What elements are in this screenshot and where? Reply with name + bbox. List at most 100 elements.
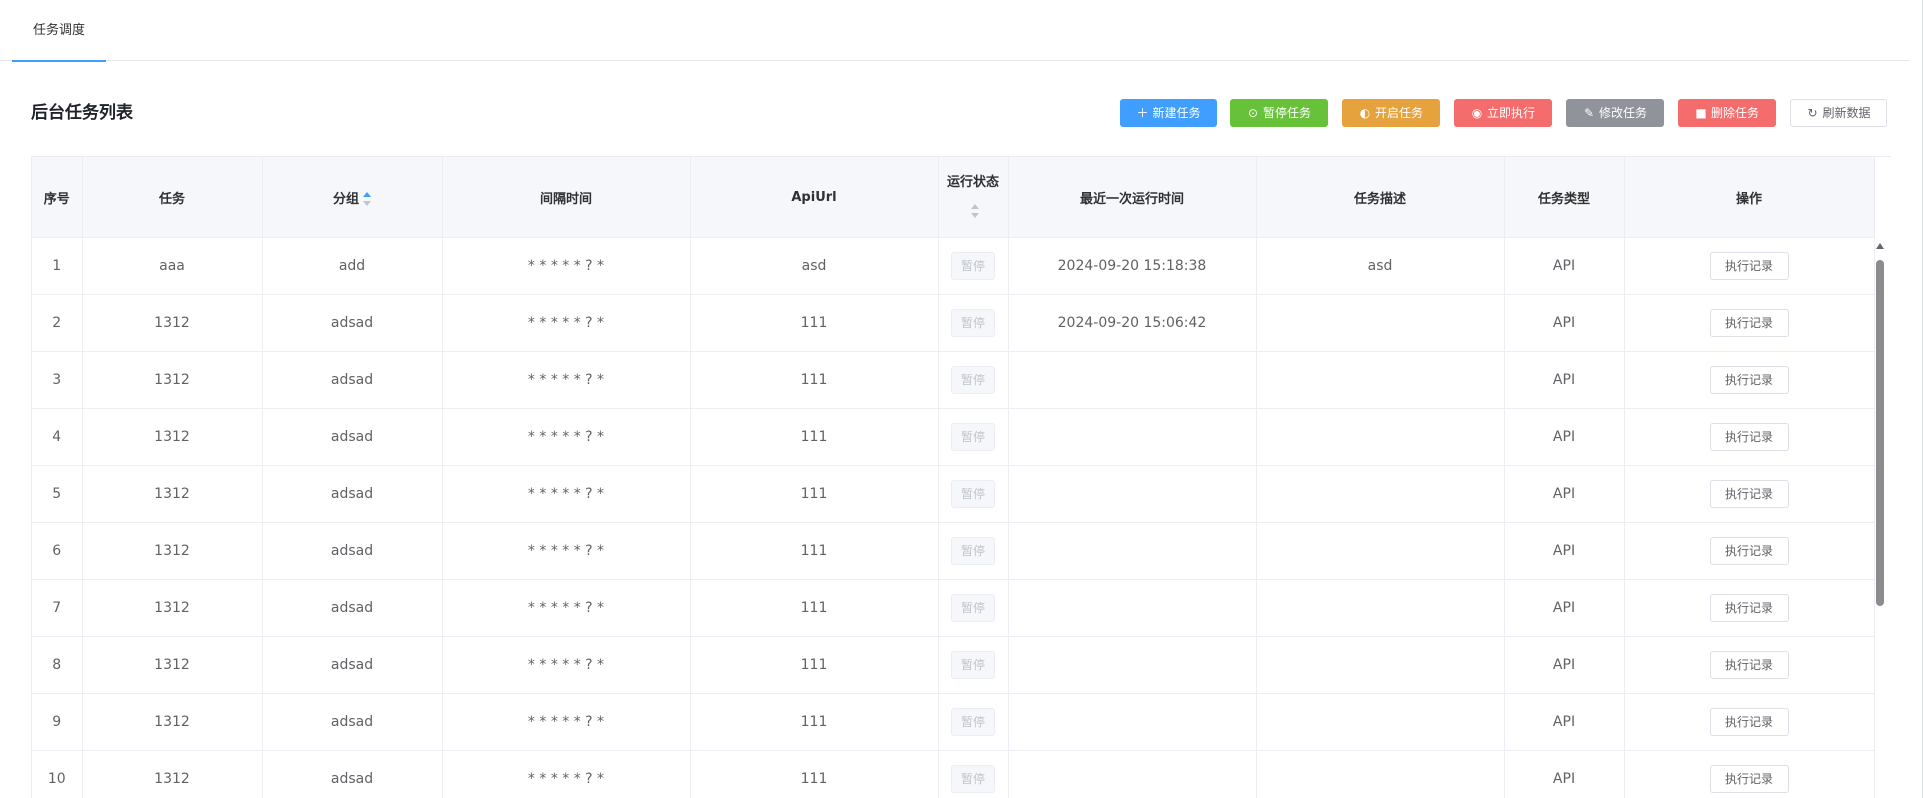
cell-actions: 执行记录 — [1624, 294, 1875, 352]
cell-no: 5 — [32, 465, 83, 523]
play-circle-icon: ◉ — [1471, 106, 1483, 120]
start-task-button[interactable]: ◐ 开启任务 — [1342, 99, 1440, 127]
cell-status: 暂停 — [938, 522, 1009, 580]
cell-no: 1 — [32, 237, 83, 295]
execution-log-button[interactable]: 执行记录 — [1709, 252, 1789, 280]
new-task-label: 新建任务 — [1152, 106, 1201, 120]
column-header-no: 序号 — [32, 157, 83, 238]
cell-last-run: 2024-09-20 15:06:42 — [1008, 294, 1257, 352]
tab-task-scheduling[interactable]: 任务调度 — [12, 0, 106, 62]
table-header-row: 序号 任务 分组 间隔时间 ApiUrl 运行状态 最近一次运行时间 任务描述 … — [32, 157, 1875, 238]
scroll-thumb[interactable] — [1876, 260, 1884, 606]
cell-interval: * * * * * ? * — [442, 351, 691, 409]
pause-task-button[interactable]: ⊙ 暂停任务 — [1230, 99, 1328, 127]
cell-description — [1256, 750, 1505, 798]
table-body: 1 aaa add * * * * * ? * asd 暂停 2024-09-20 15:1… — [32, 237, 1875, 798]
cell-status: 暂停 — [938, 294, 1009, 352]
delete-task-button[interactable]: ■ 删除任务 — [1678, 99, 1776, 127]
cell-apiurl: asd — [690, 237, 939, 295]
column-header-status-label: 运行状态 — [946, 175, 999, 190]
sort-caret-icon[interactable] — [363, 192, 371, 206]
table-row: 1 aaa add * * * * * ? * asd 暂停 2024-09-20 15:1… — [32, 237, 1875, 295]
task-table-container: 序号 任务 分组 间隔时间 ApiUrl 运行状态 最近一次运行时间 任务描述 … — [31, 156, 1891, 798]
cell-description — [1256, 636, 1505, 694]
sort-caret-icon[interactable] — [971, 203, 979, 218]
tab-bar: 任务调度 — [0, 0, 1910, 62]
cell-apiurl: 111 — [690, 636, 939, 694]
cell-task: 1312 — [82, 693, 263, 751]
execution-log-button[interactable]: 执行记录 — [1709, 309, 1789, 337]
pause-status-button[interactable]: 暂停 — [951, 708, 995, 736]
pause-status-button[interactable]: 暂停 — [951, 309, 995, 337]
cell-apiurl: 111 — [690, 294, 939, 352]
column-header-type: 任务类型 — [1504, 157, 1625, 238]
cell-group: adsad — [262, 636, 443, 694]
cell-group: add — [262, 237, 443, 295]
pause-status-button[interactable]: 暂停 — [951, 651, 995, 679]
cell-status: 暂停 — [938, 636, 1009, 694]
execution-log-button[interactable]: 执行记录 — [1709, 537, 1789, 565]
cell-description: asd — [1256, 237, 1505, 295]
scroll-up-arrow-icon[interactable] — [1876, 243, 1884, 249]
cell-interval: * * * * * ? * — [442, 636, 691, 694]
pause-status-button[interactable]: 暂停 — [951, 537, 995, 565]
execution-log-button[interactable]: 执行记录 — [1709, 651, 1789, 679]
cell-actions: 执行记录 — [1624, 237, 1875, 295]
refresh-data-label: 刷新数据 — [1822, 106, 1871, 120]
new-task-button[interactable]: ＋新建任务 — [1120, 99, 1217, 127]
pause-status-button[interactable]: 暂停 — [951, 423, 995, 451]
cell-apiurl: 111 — [690, 522, 939, 580]
cell-status: 暂停 — [938, 579, 1009, 637]
cell-actions: 执行记录 — [1624, 693, 1875, 751]
pause-status-button[interactable]: 暂停 — [951, 480, 995, 508]
table-row: 5 1312 adsad * * * * * ? * 111 暂停 API 执行记录 — [32, 465, 1875, 523]
cell-description — [1256, 351, 1505, 409]
pause-status-button[interactable]: 暂停 — [951, 252, 995, 280]
cell-status: 暂停 — [938, 693, 1009, 751]
column-header-status[interactable]: 运行状态 — [938, 157, 1009, 238]
execution-log-button[interactable]: 执行记录 — [1709, 765, 1789, 793]
cell-interval: * * * * * ? * — [442, 750, 691, 798]
start-task-label: 开启任务 — [1374, 106, 1423, 120]
cell-no: 10 — [32, 750, 83, 798]
cell-task: 1312 — [82, 351, 263, 409]
run-now-button[interactable]: ◉ 立即执行 — [1454, 99, 1552, 127]
cell-type: API — [1504, 465, 1625, 523]
execution-log-button[interactable]: 执行记录 — [1709, 594, 1789, 622]
cell-apiurl: 111 — [690, 351, 939, 409]
execution-log-button[interactable]: 执行记录 — [1709, 480, 1789, 508]
cell-no: 7 — [32, 579, 83, 637]
table-row: 6 1312 adsad * * * * * ? * 111 暂停 API 执行记录 — [32, 522, 1875, 580]
cell-type: API — [1504, 294, 1625, 352]
refresh-data-button[interactable]: ↻ 刷新数据 — [1790, 99, 1887, 127]
execution-log-button[interactable]: 执行记录 — [1709, 366, 1789, 394]
table-scrollbar[interactable] — [1874, 243, 1885, 798]
execution-log-button[interactable]: 执行记录 — [1709, 708, 1789, 736]
cell-last-run — [1008, 579, 1257, 637]
cell-task: 1312 — [82, 579, 263, 637]
cell-description — [1256, 465, 1505, 523]
column-header-description: 任务描述 — [1256, 157, 1505, 238]
cell-type: API — [1504, 522, 1625, 580]
cell-interval: * * * * * ? * — [442, 294, 691, 352]
cell-status: 暂停 — [938, 465, 1009, 523]
column-header-group[interactable]: 分组 — [262, 157, 443, 238]
pause-status-button[interactable]: 暂停 — [951, 594, 995, 622]
edit-task-button[interactable]: ✎ 修改任务 — [1566, 99, 1664, 127]
cell-actions: 执行记录 — [1624, 408, 1875, 466]
execution-log-button[interactable]: 执行记录 — [1709, 423, 1789, 451]
pause-status-button[interactable]: 暂停 — [951, 366, 995, 394]
cell-interval: * * * * * ? * — [442, 465, 691, 523]
pause-status-button[interactable]: 暂停 — [951, 765, 995, 793]
table-row: 2 1312 adsad * * * * * ? * 111 暂停 2024-09-20 1… — [32, 294, 1875, 352]
cell-type: API — [1504, 693, 1625, 751]
column-header-actions: 操作 — [1624, 157, 1875, 238]
cell-interval: * * * * * ? * — [442, 522, 691, 580]
cell-group: adsad — [262, 750, 443, 798]
cell-interval: * * * * * ? * — [442, 408, 691, 466]
cell-actions: 执行记录 — [1624, 351, 1875, 409]
toggle-icon: ◐ — [1359, 106, 1371, 120]
cell-last-run — [1008, 465, 1257, 523]
column-header-last-run: 最近一次运行时间 — [1008, 157, 1257, 238]
toolbar: ＋新建任务 ⊙ 暂停任务 ◐ 开启任务 ◉ 立即执行 ✎ 修改任务 ■ 删除任务 ↻ 刷新数… — [0, 99, 1923, 127]
